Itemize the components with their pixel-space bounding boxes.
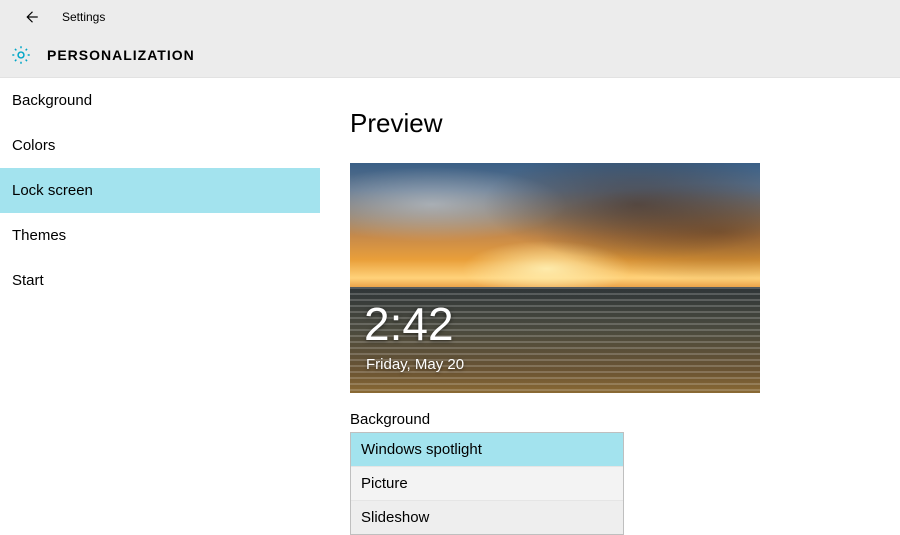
- sidebar-item-themes[interactable]: Themes: [0, 213, 320, 258]
- header: PERSONALIZATION: [0, 33, 900, 78]
- lock-screen-preview: 2:42 Friday, May 20: [350, 163, 760, 393]
- preview-time: 2:42: [364, 297, 454, 351]
- window-title: Settings: [62, 10, 105, 24]
- preview-date: Friday, May 20: [366, 356, 464, 373]
- main-panel: Preview 2:42 Friday, May 20 Background W…: [320, 78, 900, 523]
- gear-icon: [10, 44, 32, 66]
- titlebar: Settings: [0, 0, 900, 33]
- header-title: PERSONALIZATION: [47, 47, 195, 63]
- sidebar-item-colors[interactable]: Colors: [0, 123, 320, 168]
- background-option-slideshow[interactable]: Slideshow: [351, 500, 623, 534]
- background-option-windows-spotlight[interactable]: Windows spotlight: [351, 433, 623, 466]
- background-dropdown[interactable]: Windows spotlight Picture Slideshow: [350, 432, 624, 535]
- sidebar-item-lock-screen[interactable]: Lock screen: [0, 168, 320, 213]
- sidebar: Background Colors Lock screen Themes Sta…: [0, 78, 320, 523]
- sidebar-item-background[interactable]: Background: [0, 78, 320, 123]
- background-label: Background: [350, 411, 900, 428]
- preview-title: Preview: [350, 108, 900, 139]
- back-icon[interactable]: [22, 8, 40, 26]
- background-option-picture[interactable]: Picture: [351, 466, 623, 500]
- sidebar-item-start[interactable]: Start: [0, 258, 320, 303]
